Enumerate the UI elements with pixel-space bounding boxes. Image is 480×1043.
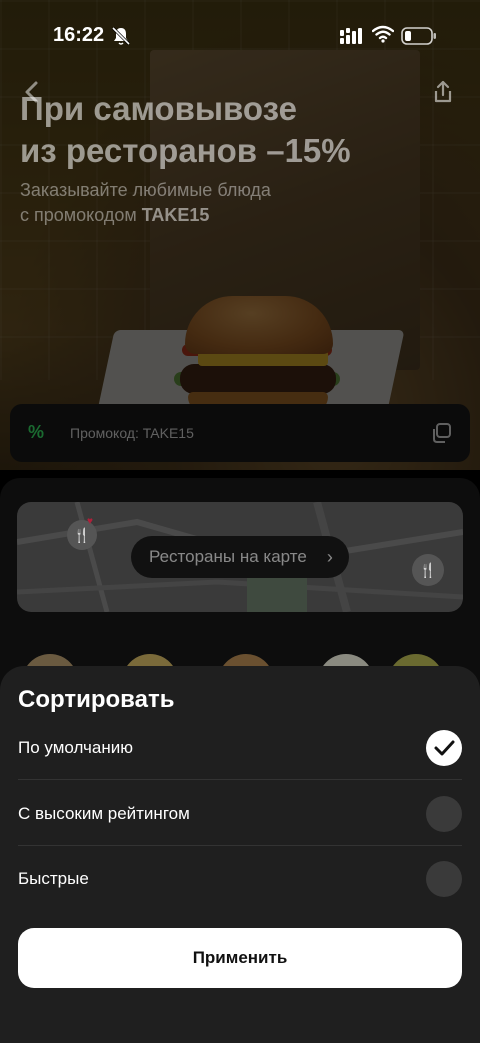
sort-option-fast[interactable]: Быстрые [18,847,462,911]
percent-icon: % [28,422,45,442]
share-icon[interactable] [432,80,454,109]
map-restaurant-pin-fork-knife-icon[interactable]: 🍴 [412,554,444,586]
copy-icon[interactable] [429,421,453,450]
restaurants-on-map-button[interactable]: Рестораны на карте › [131,536,349,578]
sort-bottom-sheet: Сортировать По умолчанию С высоким рейти… [0,666,480,1043]
radio-unchecked-icon[interactable] [426,796,462,832]
sort-option-label: По умолчанию [18,738,133,757]
divider [18,845,462,846]
hero-promo-code: TAKE15 [141,205,210,225]
radio-unchecked-icon[interactable] [426,861,462,897]
silent-mode-bell-icon [111,26,131,46]
hero-subtitle-line2: с промокодом TAKE15 [20,203,420,228]
cellular-signal-icon [340,28,362,49]
divider [18,779,462,780]
promo-code-label: Промокод: TAKE15 [70,425,194,441]
restaurants-on-map-label: Рестораны на карте [149,547,307,566]
promo-code-bar[interactable]: % Промокод: TAKE15 [10,404,470,462]
hero-subtitle-prefix: с промокодом [20,205,142,225]
restaurants-map-card[interactable]: 🍴 ♥ 🍴 Рестораны на карте › [17,502,463,612]
wifi-icon [371,25,395,48]
chevron-right-icon: › [326,547,333,567]
hero-title: При самовывозе из ресторанов –15% [20,88,420,172]
status-time: 16:22 [53,24,105,46]
apply-button[interactable]: Применить [18,928,462,988]
radio-checked-icon[interactable] [426,730,462,766]
hero-title-line1: При самовывозе [20,90,297,127]
sort-option-high-rating[interactable]: С высоким рейтингом [18,782,462,846]
favorite-heart-icon: ♥ [87,516,93,527]
sort-option-label: Быстрые [18,869,89,888]
status-bar: 16:22 [0,0,480,70]
hero-subtitle-line1: Заказывайте любимые блюда [20,180,271,200]
screen: При самовывозе из ресторанов –15% Заказы… [0,0,480,1043]
sort-sheet-title: Сортировать [18,686,175,713]
sort-option-default[interactable]: По умолчанию [18,716,462,780]
hero-title-line2: из ресторанов –15% [20,132,351,169]
hero-subtitle: Заказывайте любимые блюда с промокодом T… [20,178,420,228]
battery-icon [401,27,437,50]
sort-option-label: С высоким рейтингом [18,804,190,823]
